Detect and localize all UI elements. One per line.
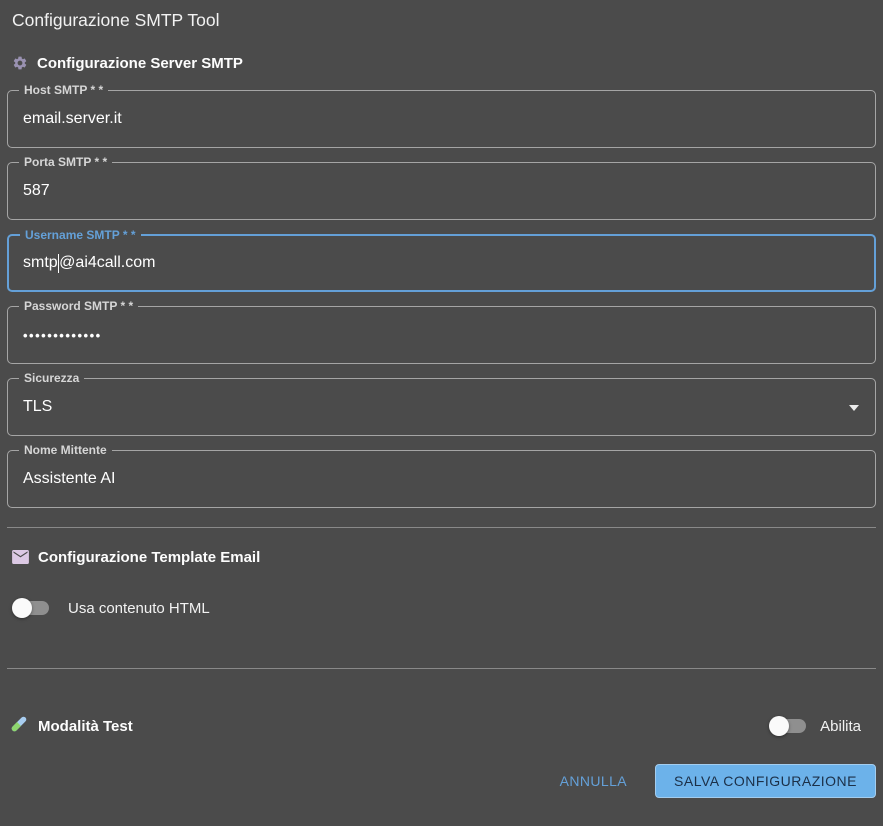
nome-mittente-value: Assistente AI (23, 470, 116, 487)
host-smtp-field[interactable]: Host SMTP * * email.server.it (7, 83, 876, 148)
server-section-header: Configurazione Server SMTP (12, 54, 883, 72)
smtp-config-dialog: Configurazione SMTP Tool Configurazione … (0, 0, 883, 798)
sicurezza-select[interactable]: Sicurezza TLS (7, 371, 876, 436)
test-mode-toggle-label: Abilita (820, 717, 861, 735)
section-divider (7, 668, 876, 669)
server-section-title: Configurazione Server SMTP (37, 54, 243, 72)
nome-mittente-label: Nome Mittente (19, 443, 112, 458)
envelope-icon (12, 550, 29, 564)
password-smtp-field[interactable]: Password SMTP * * ••••••••••••• (7, 299, 876, 364)
save-configuration-button[interactable]: SALVA CONFIGURAZIONE (655, 764, 876, 798)
host-smtp-label: Host SMTP * * (19, 83, 109, 98)
html-content-toggle[interactable] (12, 597, 50, 619)
template-section-title: Configurazione Template Email (38, 548, 261, 566)
section-divider (7, 527, 876, 528)
test-mode-row: Modalità Test Abilita (8, 712, 861, 740)
porta-smtp-label: Porta SMTP * * (19, 155, 113, 170)
test-mode-toggle-group: Abilita (769, 715, 861, 737)
porta-smtp-value: 587 (23, 182, 50, 199)
test-mode-toggle[interactable] (769, 715, 807, 737)
nome-mittente-field[interactable]: Nome Mittente Assistente AI (7, 443, 876, 508)
sicurezza-value: TLS (23, 398, 53, 415)
password-smtp-label: Password SMTP * * (19, 299, 139, 314)
server-fields: Host SMTP * * email.server.it Porta SMTP… (0, 83, 883, 508)
test-section-header: Modalità Test (8, 713, 133, 739)
gear-icon (12, 55, 28, 71)
host-smtp-value: email.server.it (23, 110, 122, 127)
porta-smtp-field[interactable]: Porta SMTP * * 587 (7, 155, 876, 220)
html-content-toggle-label: Usa contenuto HTML (68, 599, 210, 617)
chevron-down-icon[interactable] (849, 405, 859, 411)
toggle-thumb (12, 598, 32, 618)
username-smtp-field[interactable]: Username SMTP * * smtp@ai4call.com (7, 228, 876, 292)
html-content-toggle-row: Usa contenuto HTML (12, 596, 883, 620)
cancel-button[interactable]: ANNULLA (546, 765, 641, 797)
username-smtp-value: smtp@ai4call.com (23, 254, 156, 273)
dialog-title: Configurazione SMTP Tool (12, 10, 220, 30)
test-section-title: Modalità Test (38, 717, 133, 735)
sicurezza-label: Sicurezza (19, 371, 85, 386)
username-smtp-label: Username SMTP * * (20, 228, 141, 243)
test-tube-icon (8, 713, 30, 739)
template-section-header: Configurazione Template Email (12, 548, 883, 566)
dialog-actions: ANNULLA SALVA CONFIGURAZIONE (0, 764, 876, 798)
password-smtp-value: ••••••••••••• (23, 327, 102, 343)
toggle-thumb (769, 716, 790, 736)
